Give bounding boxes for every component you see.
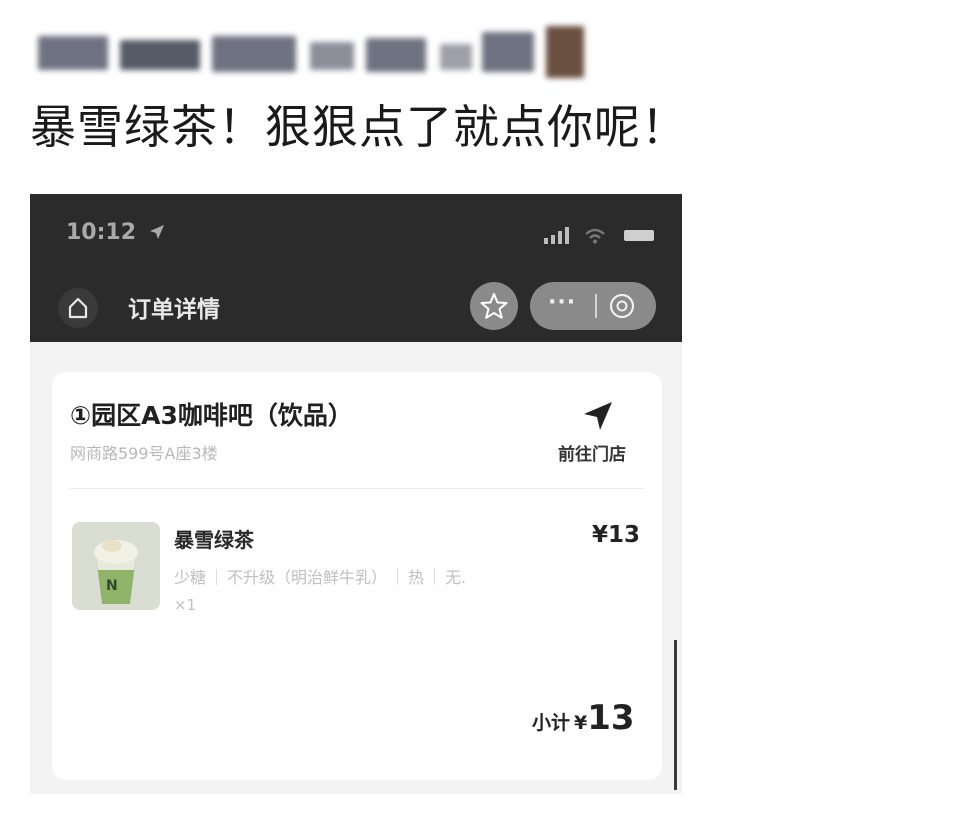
subtotal: 小计 ¥13: [532, 698, 635, 738]
subtotal-amount: 13: [587, 698, 635, 738]
blurred-username: [30, 22, 590, 84]
home-button[interactable]: [58, 288, 98, 328]
product-image: N: [72, 522, 160, 610]
item-quantity: ×1: [174, 596, 197, 614]
navigate-to-store-link[interactable]: 前往门店: [558, 440, 626, 465]
subtotal-currency: ¥: [574, 712, 588, 734]
spec-sugar: 少糖: [174, 568, 207, 587]
star-icon: [480, 293, 508, 319]
spec-temperature: 热: [408, 568, 425, 587]
close-circle-icon[interactable]: [608, 292, 636, 320]
item-price: ¥13: [592, 522, 641, 548]
signal-bars-icon: [544, 226, 574, 244]
item-specs: 少糖 不升级（明治鲜牛乳） 热 无.: [174, 564, 466, 588]
location-arrow-icon: [149, 225, 164, 239]
scrollbar[interactable]: [674, 640, 677, 790]
post-caption: 暴雪绿茶！狠狠点了就点你呢！: [30, 100, 688, 154]
app-screenshot: 10:12 订单详情 ··· ①园区A3咖啡吧（饮品） 网商路599号A座3楼 …: [30, 194, 682, 794]
app-top-bar: 10:12 订单详情 ···: [30, 194, 682, 342]
home-icon: [68, 297, 88, 319]
spec-milk: 不升级（明治鲜牛乳）: [227, 568, 388, 587]
subtotal-label: 小计: [532, 712, 571, 734]
page-title: 订单详情: [128, 297, 220, 323]
mini-program-capsule: ···: [530, 282, 656, 330]
divider: [70, 488, 644, 489]
more-button[interactable]: ···: [548, 290, 576, 315]
social-post: 暴雪绿茶！狠狠点了就点你呢！ 10:12 订单详情 ··· ①园区A3咖啡吧（饮…: [0, 0, 974, 829]
item-name: 暴雪绿茶: [174, 528, 254, 552]
order-card: ①园区A3咖啡吧（饮品） 网商路599号A座3楼 前往门店 N 暴雪绿茶 ¥13: [52, 372, 662, 780]
status-time: 10:12: [66, 220, 166, 245]
navigation-arrow-icon[interactable]: [580, 398, 616, 434]
battery-icon: [624, 230, 654, 241]
store-name: ①园区A3咖啡吧（饮品）: [70, 401, 353, 430]
capsule-divider: [595, 294, 597, 318]
svg-text:N: N: [106, 578, 118, 594]
wifi-icon: [585, 228, 605, 244]
status-indicators: [544, 226, 654, 244]
favorite-button[interactable]: [470, 282, 518, 330]
store-address: 网商路599号A座3楼: [70, 444, 218, 463]
spec-extra: 无.: [445, 568, 467, 587]
